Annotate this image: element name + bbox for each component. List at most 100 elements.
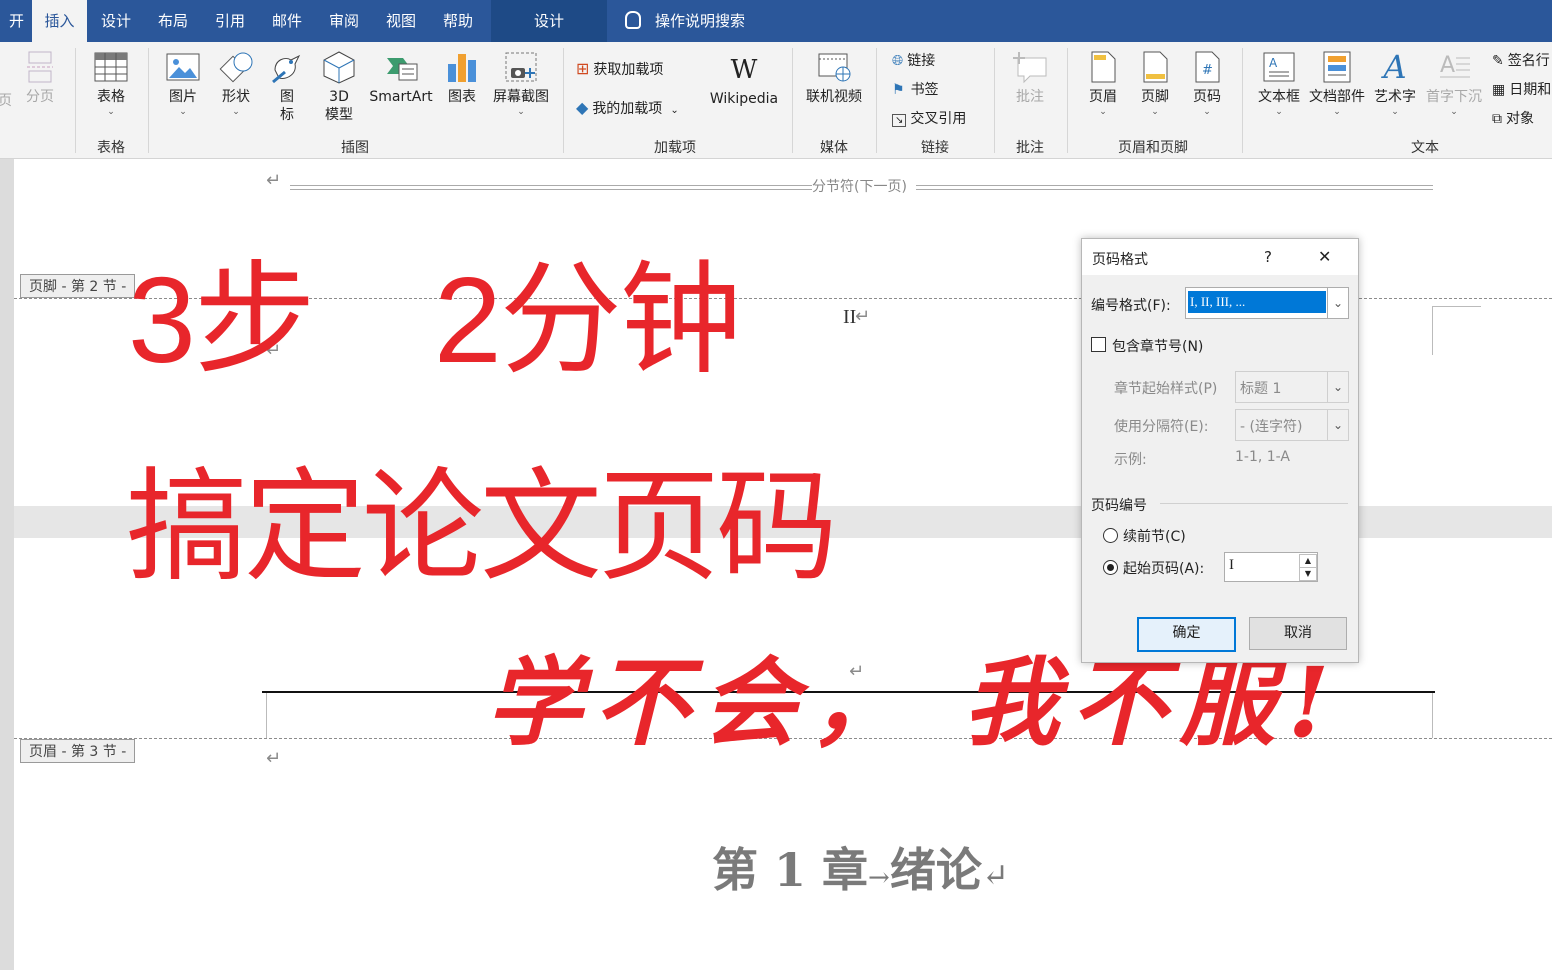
chevron-down-icon: ⌄ <box>1327 288 1348 318</box>
tab-view[interactable]: 视图 <box>377 0 425 42</box>
svg-text:A: A <box>1269 56 1278 70</box>
spin-up-icon[interactable]: ▲ <box>1299 554 1317 568</box>
tell-me-search[interactable]: 操作说明搜索 <box>625 0 745 42</box>
tab-home[interactable]: 开始 <box>0 0 24 72</box>
quick-parts-button[interactable]: 文档部件 ⌄ <box>1306 50 1368 118</box>
wikipedia-button[interactable]: W Wikipedia <box>704 56 784 108</box>
table-button[interactable]: 表格 ⌄ <box>88 50 134 118</box>
chapter-style-select[interactable]: 标题 1 ⌄ <box>1235 371 1349 403</box>
date-time-label: 日期和 <box>1509 82 1552 98</box>
smartart-icon <box>387 58 418 81</box>
bookmark-button[interactable]: ⚑ 书签 <box>892 79 939 99</box>
get-addins-label: 获取加载项 <box>593 62 664 78</box>
chapter-style-label: 章节起始样式(P) <box>1114 381 1218 397</box>
chevron-down-icon: ⌄ <box>1327 372 1348 402</box>
comment-icon <box>1013 52 1047 84</box>
cross-reference-button[interactable]: ↘ 交叉引用 <box>892 108 966 128</box>
object-button[interactable]: ⧉ 对象 <box>1492 108 1534 128</box>
chevron-down-icon: ⌄ <box>1099 107 1107 117</box>
bookmark-label: 书签 <box>910 82 939 98</box>
group-label-illustrations: 插图 <box>341 140 369 156</box>
picture-button[interactable]: 图片 ⌄ <box>162 50 204 118</box>
shapes-button[interactable]: 形状 ⌄ <box>214 50 258 118</box>
object-label: 对象 <box>1506 111 1534 127</box>
smartart-button[interactable]: SmartArt <box>366 50 436 106</box>
page-number-button[interactable]: # 页码 ⌄ <box>1184 50 1230 118</box>
chevron-down-icon: ⌄ <box>1151 107 1159 117</box>
signature-line-button[interactable]: ✎ 签名行 <box>1492 50 1550 70</box>
group-separator <box>148 48 149 153</box>
quick-parts-label: 文档部件 <box>1309 89 1365 105</box>
textbox-button[interactable]: A 文本框 ⌄ <box>1254 50 1304 118</box>
separator-label: 使用分隔符(E): <box>1114 419 1209 435</box>
my-addins-button[interactable]: ◆ 我的加载项 ⌄ <box>576 98 679 118</box>
page-break-button[interactable]: 分页 <box>20 50 60 106</box>
link-button[interactable]: 🌐︎ 链接 <box>892 50 935 70</box>
tell-me-label: 操作说明搜索 <box>655 12 746 30</box>
svg-text:#: # <box>1202 63 1213 78</box>
chevron-down-icon: ⌄ <box>1391 107 1399 117</box>
icons-icon <box>272 54 301 84</box>
wordart-icon: A <box>1383 48 1407 86</box>
object-icon: ⧉ <box>1492 111 1502 127</box>
my-addins-label: 我的加载项 <box>592 101 663 117</box>
online-video-button[interactable]: 联机视频 <box>800 50 868 106</box>
blank-page-button[interactable]: 页 <box>0 50 12 110</box>
page-number-icon: # <box>1195 51 1220 83</box>
tab-review[interactable]: 审阅 <box>320 0 368 42</box>
footer-button[interactable]: 页脚 ⌄ <box>1132 50 1178 118</box>
group-separator <box>75 48 76 153</box>
header-button[interactable]: 页眉 ⌄ <box>1080 50 1126 118</box>
spin-down-icon[interactable]: ▼ <box>1299 567 1317 581</box>
wikipedia-label: Wikipedia <box>709 91 779 107</box>
tab-design[interactable]: 设计 <box>92 0 140 42</box>
group-separator <box>876 48 877 153</box>
cancel-button[interactable]: 取消 <box>1249 617 1347 650</box>
screenshot-label: 屏幕截图 <box>493 89 549 105</box>
screenshot-button[interactable]: 屏幕截图 ⌄ <box>488 50 554 118</box>
wordart-button[interactable]: A 艺术字 ⌄ <box>1370 50 1420 118</box>
start-at-radio[interactable] <box>1103 560 1118 575</box>
help-button[interactable]: ? <box>1264 248 1272 266</box>
chart-button[interactable]: 图表 <box>442 50 482 106</box>
start-at-value: I <box>1229 557 1234 573</box>
tab-insert[interactable]: 插入 <box>32 0 87 42</box>
include-chapter-checkbox[interactable] <box>1091 337 1106 352</box>
drop-cap-button[interactable]: A 首字下沉 ⌄ <box>1422 50 1486 118</box>
comment-button[interactable]: 批注 <box>1006 50 1054 106</box>
close-icon[interactable]: ✕ <box>1318 247 1331 266</box>
table-label: 表格 <box>97 89 125 105</box>
page-number-label: 页码 <box>1193 89 1221 105</box>
separator-select[interactable]: - (连字符) ⌄ <box>1235 409 1349 441</box>
3d-models-button[interactable]: 3D 模型 <box>318 50 360 124</box>
tab-layout[interactable]: 布局 <box>150 0 196 42</box>
tab-references[interactable]: 引用 <box>206 0 254 42</box>
globe-link-icon: 🌐︎ <box>892 53 904 69</box>
tab-header-footer-design[interactable]: 设计 <box>491 0 607 42</box>
cross-reference-icon: ↘ <box>892 114 907 127</box>
include-chapter-label: 包含章节号(N) <box>1112 339 1204 355</box>
textbox-label: 文本框 <box>1258 89 1300 105</box>
icons-label: 图 标 <box>280 89 294 123</box>
svg-text:A: A <box>1440 53 1455 78</box>
get-addins-button[interactable]: ⊞ 获取加载项 <box>576 59 663 79</box>
tab-help[interactable]: 帮助 <box>434 0 482 42</box>
footer-icon <box>1143 51 1168 83</box>
number-format-select[interactable]: I, II, III, ... ⌄ <box>1185 287 1349 319</box>
chapter-heading[interactable]: 第 1 章→绪论↵ <box>712 834 1009 900</box>
header-icon <box>1091 51 1116 83</box>
cube-icon <box>323 51 355 84</box>
lightbulb-icon <box>625 10 641 29</box>
start-at-spinner[interactable]: I ▲ ▼ <box>1224 552 1318 582</box>
tab-mailings[interactable]: 邮件 <box>263 0 311 42</box>
header-section-tag: 页眉 - 第 3 节 - <box>20 739 136 763</box>
group-label-addins: 加载项 <box>654 140 696 156</box>
chevron-down-icon: ⌄ <box>1450 107 1458 117</box>
icons-button[interactable]: 图 标 <box>268 50 306 124</box>
chevron-down-icon: ⌄ <box>232 107 240 117</box>
continue-radio[interactable] <box>1103 528 1118 543</box>
ok-button[interactable]: 确定 <box>1137 617 1236 652</box>
date-time-button[interactable]: ▦ 日期和 <box>1492 79 1551 99</box>
number-format-value: I, II, III, ... <box>1188 291 1326 313</box>
example-value: 1-1, 1-A <box>1235 449 1290 465</box>
